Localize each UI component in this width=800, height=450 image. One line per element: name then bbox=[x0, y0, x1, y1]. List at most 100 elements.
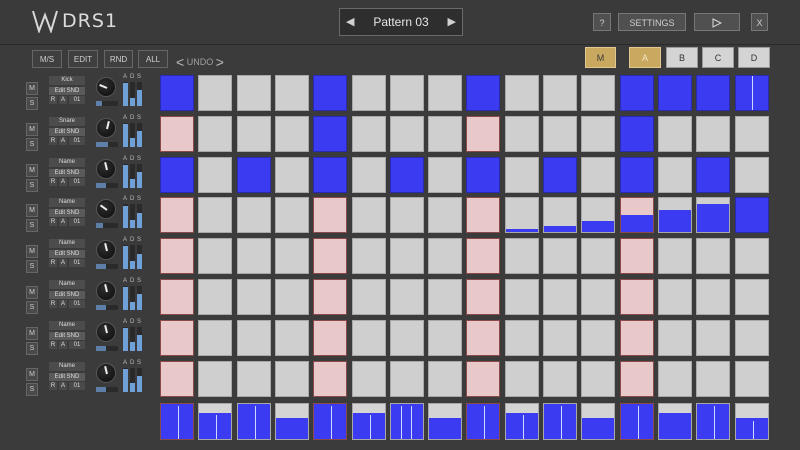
track-a-button[interactable]: A bbox=[59, 300, 67, 308]
bank-button-c[interactable]: C bbox=[702, 47, 734, 68]
track-channel[interactable]: 01 bbox=[69, 177, 85, 186]
step-cell[interactable] bbox=[657, 156, 692, 193]
solo-button[interactable]: S bbox=[26, 301, 38, 314]
track-channel[interactable]: 01 bbox=[69, 218, 85, 227]
track-name[interactable]: Snare bbox=[49, 116, 85, 126]
step-cell[interactable] bbox=[160, 319, 194, 356]
step-cell[interactable] bbox=[428, 75, 463, 111]
step-cell[interactable] bbox=[274, 75, 309, 111]
envelope-slider[interactable] bbox=[130, 286, 135, 310]
solo-button[interactable]: S bbox=[26, 97, 38, 110]
envelope-slider[interactable] bbox=[137, 122, 142, 147]
track-a-button[interactable]: A bbox=[59, 259, 67, 268]
step-cell[interactable] bbox=[274, 238, 309, 275]
envelope-slider[interactable] bbox=[123, 286, 128, 310]
step-cell[interactable] bbox=[734, 75, 769, 111]
track-r-button[interactable]: R bbox=[49, 136, 57, 145]
step-cell[interactable] bbox=[619, 360, 654, 397]
volume-knob[interactable] bbox=[96, 240, 116, 261]
ms-button[interactable]: M/S bbox=[32, 50, 62, 68]
step-cell[interactable] bbox=[160, 75, 194, 111]
envelope-slider[interactable] bbox=[123, 204, 128, 229]
step-cell[interactable] bbox=[466, 75, 501, 111]
envelope-slider[interactable] bbox=[137, 82, 142, 106]
step-cell[interactable] bbox=[198, 319, 233, 356]
step-cell[interactable] bbox=[657, 319, 692, 356]
volume-knob[interactable] bbox=[96, 321, 116, 342]
step-cell[interactable] bbox=[160, 238, 194, 275]
track-channel[interactable]: 01 bbox=[69, 96, 85, 104]
pattern-next-icon[interactable]: ▶ bbox=[448, 15, 456, 28]
help-button[interactable]: ? bbox=[593, 13, 611, 31]
edit-sound-button[interactable]: Edit SND bbox=[49, 87, 85, 95]
step-cell[interactable] bbox=[657, 360, 692, 397]
step-cell[interactable] bbox=[160, 156, 194, 193]
step-cell[interactable] bbox=[581, 279, 616, 315]
step-cell[interactable] bbox=[696, 197, 731, 234]
step-cell[interactable] bbox=[543, 115, 577, 152]
envelope-slider[interactable] bbox=[137, 326, 142, 351]
step-cell[interactable] bbox=[466, 319, 501, 356]
step-cell[interactable] bbox=[734, 279, 769, 315]
step-cell[interactable] bbox=[198, 197, 233, 234]
step-length-cell[interactable] bbox=[619, 403, 654, 440]
step-cell[interactable] bbox=[198, 360, 233, 397]
step-cell[interactable] bbox=[313, 319, 348, 356]
step-cell[interactable] bbox=[696, 156, 731, 193]
step-cell[interactable] bbox=[504, 360, 539, 397]
track-a-button[interactable]: A bbox=[59, 340, 67, 349]
track-channel[interactable]: 01 bbox=[69, 300, 85, 308]
step-cell[interactable] bbox=[351, 319, 386, 356]
step-cell[interactable] bbox=[543, 360, 577, 397]
undo-left-icon[interactable]: < bbox=[176, 54, 184, 70]
step-cell[interactable] bbox=[389, 360, 424, 397]
step-cell[interactable] bbox=[581, 360, 616, 397]
mute-button[interactable]: M bbox=[26, 367, 38, 381]
track-name[interactable]: Name bbox=[49, 239, 85, 249]
step-cell[interactable] bbox=[160, 115, 194, 152]
step-cell[interactable] bbox=[236, 238, 271, 275]
envelope-slider[interactable] bbox=[130, 122, 135, 147]
step-cell[interactable] bbox=[351, 75, 386, 111]
step-cell[interactable] bbox=[466, 197, 501, 234]
step-cell[interactable] bbox=[198, 115, 233, 152]
mute-button[interactable]: M bbox=[26, 326, 38, 340]
bank-button-a[interactable]: A bbox=[629, 47, 661, 68]
step-cell[interactable] bbox=[198, 279, 233, 315]
track-name[interactable]: Name bbox=[49, 157, 85, 167]
step-cell[interactable] bbox=[389, 75, 424, 111]
envelope-slider[interactable] bbox=[130, 245, 135, 270]
envelope-slider[interactable] bbox=[130, 204, 135, 229]
step-cell[interactable] bbox=[619, 156, 654, 193]
step-length-cell[interactable] bbox=[198, 403, 233, 440]
settings-button[interactable]: SETTINGS bbox=[618, 13, 686, 31]
mute-button[interactable]: M bbox=[26, 245, 38, 259]
solo-button[interactable]: S bbox=[26, 341, 38, 355]
step-cell[interactable] bbox=[734, 115, 769, 152]
step-length-cell[interactable] bbox=[466, 403, 501, 440]
envelope-slider[interactable] bbox=[123, 245, 128, 270]
step-cell[interactable] bbox=[351, 360, 386, 397]
step-cell[interactable] bbox=[504, 279, 539, 315]
step-cell[interactable] bbox=[236, 115, 271, 152]
step-cell[interactable] bbox=[543, 279, 577, 315]
track-r-button[interactable]: R bbox=[49, 96, 57, 104]
mute-button[interactable]: M bbox=[26, 163, 38, 177]
step-cell[interactable] bbox=[236, 319, 271, 356]
step-cell[interactable] bbox=[734, 197, 769, 234]
solo-button[interactable]: S bbox=[26, 178, 38, 192]
step-cell[interactable] bbox=[619, 115, 654, 152]
step-cell[interactable] bbox=[313, 238, 348, 275]
envelope-slider[interactable] bbox=[130, 82, 135, 106]
step-cell[interactable] bbox=[657, 197, 692, 234]
step-cell[interactable] bbox=[198, 238, 233, 275]
track-r-button[interactable]: R bbox=[49, 259, 57, 268]
step-cell[interactable] bbox=[619, 197, 654, 234]
rnd-button[interactable]: RND bbox=[104, 50, 133, 68]
volume-knob[interactable] bbox=[96, 199, 116, 220]
mute-button[interactable]: M bbox=[26, 286, 38, 299]
step-cell[interactable] bbox=[351, 156, 386, 193]
step-cell[interactable] bbox=[657, 279, 692, 315]
step-length-cell[interactable] bbox=[428, 403, 463, 440]
envelope-slider[interactable] bbox=[137, 286, 142, 310]
